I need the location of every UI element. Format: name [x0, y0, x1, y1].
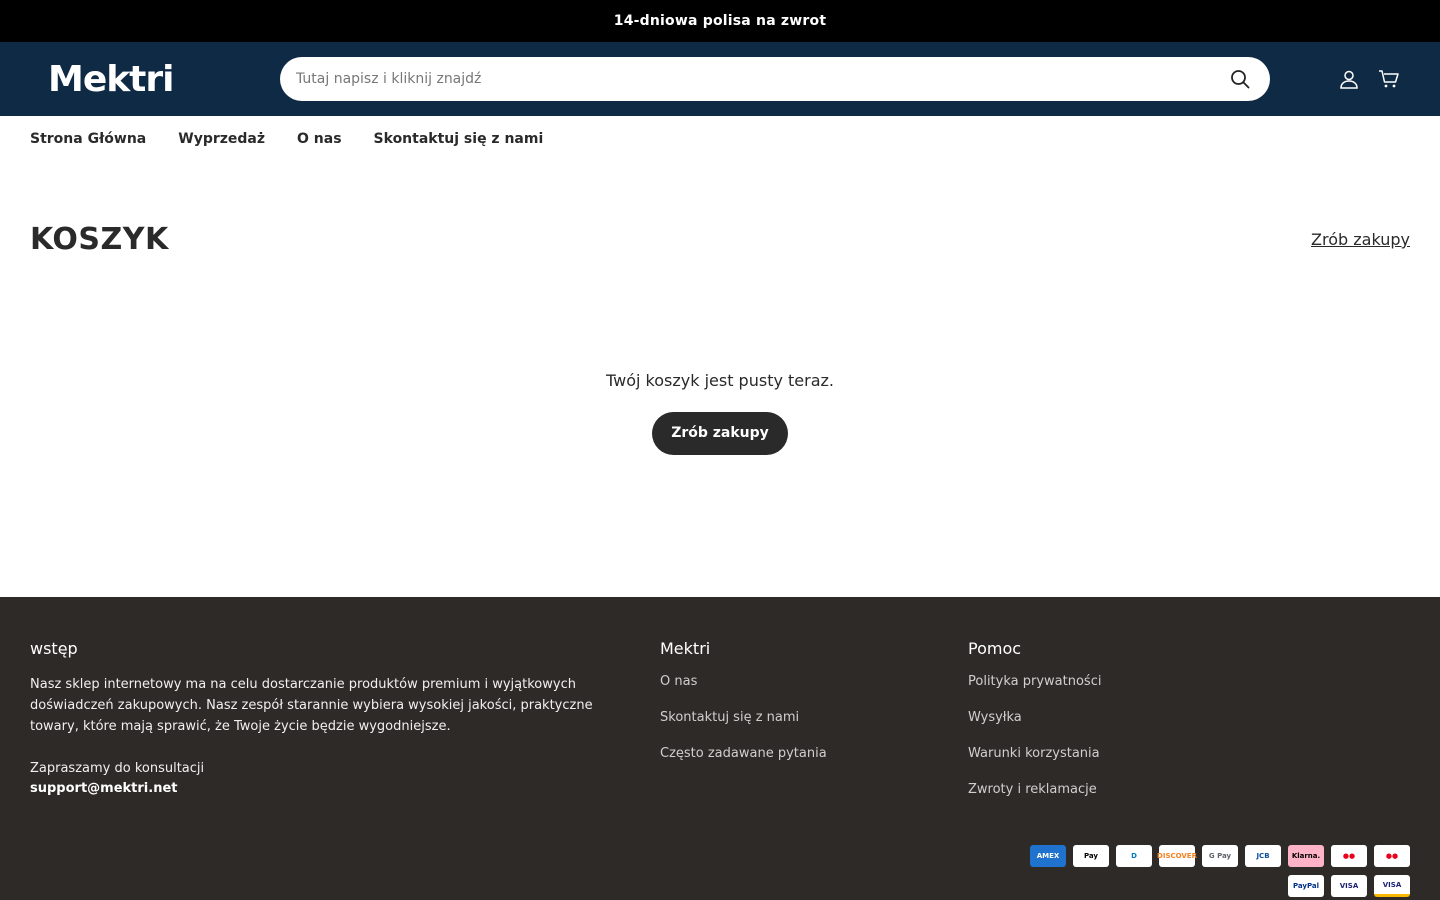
logo[interactable]: Mektri — [48, 59, 280, 100]
footer-spacer — [30, 737, 660, 758]
payment-paypal-icon: PayPal — [1288, 875, 1324, 897]
search-input[interactable] — [296, 71, 1226, 87]
footer-link-contact[interactable]: Skontaktuj się z nami — [660, 710, 968, 726]
footer-links: Polityka prywatności Wysyłka Warunki kor… — [968, 674, 1268, 798]
account-icon[interactable] — [1338, 68, 1360, 90]
nav-item-contact[interactable]: Skontaktuj się z nami — [374, 131, 544, 147]
cart-header: KOSZYK Zrób zakupy — [0, 222, 1440, 257]
payment-jcb-icon: JCB — [1245, 845, 1281, 867]
page-title: KOSZYK — [30, 222, 169, 257]
payment-google-pay-icon: G Pay — [1202, 845, 1238, 867]
footer-description: Nasz sklep internetowy ma na celu dostar… — [30, 677, 593, 734]
footer-columns: wstęp Nasz sklep internetowy ma na celu … — [30, 639, 1410, 818]
nav-item-home[interactable]: Strona Główna — [30, 131, 146, 147]
cart-icon[interactable] — [1378, 68, 1400, 90]
footer-links: O nas Skontaktuj się z nami Często zadaw… — [660, 674, 968, 762]
payment-diners-club-icon: D — [1116, 845, 1152, 867]
payment-american-express-icon: AMEX — [1030, 845, 1066, 867]
footer-consult-text: Zapraszamy do konsultacji⁠ — [30, 761, 205, 776]
payment-visa-electron-icon: VISA — [1374, 875, 1410, 897]
footer-link-about[interactable]: O nas — [660, 674, 968, 690]
footer-heading: Pomoc — [968, 639, 1022, 658]
continue-shopping-button[interactable]: Zrób zakupy — [652, 412, 788, 455]
main-nav: Strona Główna Wyprzedaż O nas Skontaktuj… — [0, 116, 1440, 162]
nav-item-sale[interactable]: Wyprzedaż — [178, 131, 265, 147]
nav-item-about[interactable]: O nas — [297, 131, 342, 147]
search-icon[interactable] — [1226, 65, 1254, 93]
footer-col-help: Pomoc Polityka prywatności Wysyłka Warun… — [968, 639, 1268, 818]
footer-email[interactable]: support@mektri.net — [30, 779, 660, 799]
payment-mastercard-icon: ●● — [1374, 845, 1410, 867]
footer-link-returns[interactable]: Zwroty i reklamacje — [968, 782, 1268, 798]
footer-link-shipping[interactable]: Wysyłka — [968, 710, 1268, 726]
footer-heading: Mektri — [660, 639, 711, 658]
header-icons — [1338, 68, 1400, 90]
search-bar — [280, 57, 1270, 101]
payment-discover-icon: DISCOVER — [1157, 845, 1197, 867]
announcement-text: 14-dniowa polisa na zwrot — [613, 13, 827, 29]
continue-shopping-link[interactable]: Zrób zakupy — [1311, 230, 1410, 249]
payment-maestro-icon: ●● — [1331, 845, 1367, 867]
payment-klarna-icon: Klarna. — [1288, 845, 1324, 867]
empty-cart: Twój koszyk jest pusty teraz. Zrób zakup… — [0, 371, 1440, 455]
empty-cart-message: Twój koszyk jest pusty teraz. — [606, 371, 834, 390]
footer-col-mektri: Mektri O nas Skontaktuj się z nami Częst… — [660, 639, 968, 818]
footer-col-intro: wstęp Nasz sklep internetowy ma na celu … — [30, 639, 660, 818]
payment-apple-pay-icon: Pay — [1073, 845, 1109, 867]
footer-link-privacy[interactable]: Polityka prywatności — [968, 674, 1268, 690]
footer-link-faq[interactable]: Często zadawane pytania — [660, 746, 968, 762]
footer-heading: wstęp — [30, 639, 78, 658]
site-footer: wstęp Nasz sklep internetowy ma na celu … — [0, 597, 1440, 900]
footer-link-terms[interactable]: Warunki korzystania — [968, 746, 1268, 762]
announcement-bar: 14-dniowa polisa na zwrot — [0, 0, 1440, 42]
payment-visa-icon: VISA — [1331, 875, 1367, 897]
site-header: Mektri — [0, 42, 1440, 116]
payment-icons: AMEX Pay D DISCOVER G Pay JCB Klarna. ●● ●● PayPa… — [1010, 845, 1410, 897]
